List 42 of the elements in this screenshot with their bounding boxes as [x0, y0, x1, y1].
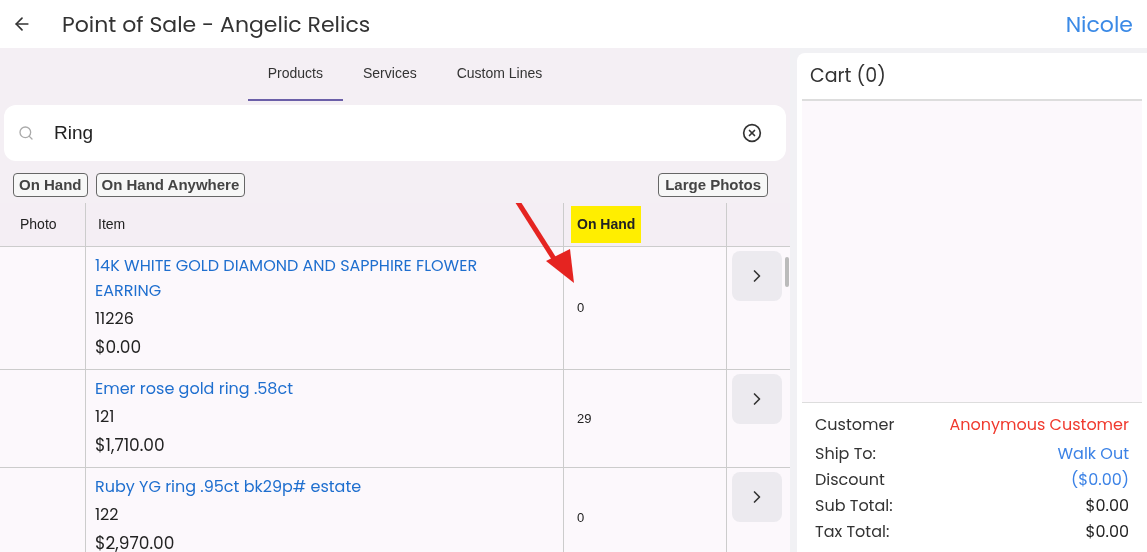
scrollbar[interactable]: [785, 257, 789, 287]
column-header: Item: [98, 215, 126, 234]
large-photos-button[interactable]: Large Photos: [658, 173, 768, 197]
product-sku: 11226: [95, 306, 135, 332]
cart-title: Cart (0): [810, 61, 886, 91]
product-sku: 122: [95, 502, 120, 528]
tab[interactable]: Custom Lines: [436, 48, 563, 101]
summary-value: $0.00: [1085, 494, 1129, 518]
summary-label: Sub Total:: [815, 494, 893, 518]
product-name[interactable]: 14K WHITE GOLD DIAMOND AND SAPPHIRE FLOWER EARRING: [95, 253, 515, 303]
summary-value[interactable]: Walk Out: [1057, 442, 1129, 466]
page-title: Point of Sale - Angelic Relics: [62, 7, 371, 41]
product-price: $1,710.00: [95, 432, 166, 459]
summary-label: Tax Total:: [815, 520, 890, 544]
summary-value: Anonymous Customer: [949, 413, 1129, 437]
clear-icon[interactable]: [742, 123, 762, 143]
search-icon: [18, 125, 34, 141]
search-field[interactable]: Ring: [4, 105, 786, 161]
product-name[interactable]: Emer rose gold ring .58ct: [95, 376, 515, 401]
product-price: $2,970.00: [95, 530, 176, 552]
summary-value: $0.00: [1085, 520, 1129, 544]
filter-button[interactable]: On Hand Anywhere: [95, 173, 246, 197]
details-button[interactable]: [732, 472, 782, 522]
user-name[interactable]: Nicole: [1065, 7, 1133, 41]
summary-label: Customer: [815, 413, 895, 437]
on-hand-count: 0: [577, 299, 585, 318]
on-hand-count: 0: [577, 508, 585, 527]
search-value: Ring: [54, 120, 94, 145]
summary-value[interactable]: ($0.00): [1071, 468, 1129, 492]
product-sku: 121: [95, 404, 116, 430]
column-header: On Hand: [571, 206, 642, 243]
details-button[interactable]: [732, 251, 782, 301]
tab[interactable]: Services: [343, 48, 437, 101]
filter-button[interactable]: On Hand: [13, 173, 88, 197]
summary-label: Discount: [815, 468, 885, 492]
details-button[interactable]: [732, 374, 782, 424]
summary-label: Ship To:: [815, 442, 876, 466]
column-header: Photo: [20, 215, 57, 234]
on-hand-count: 29: [577, 409, 592, 428]
product-price: $0.00: [95, 334, 143, 361]
tab[interactable]: Products: [247, 48, 343, 101]
product-name[interactable]: Ruby YG ring .95ct bk29p# estate: [95, 474, 515, 499]
